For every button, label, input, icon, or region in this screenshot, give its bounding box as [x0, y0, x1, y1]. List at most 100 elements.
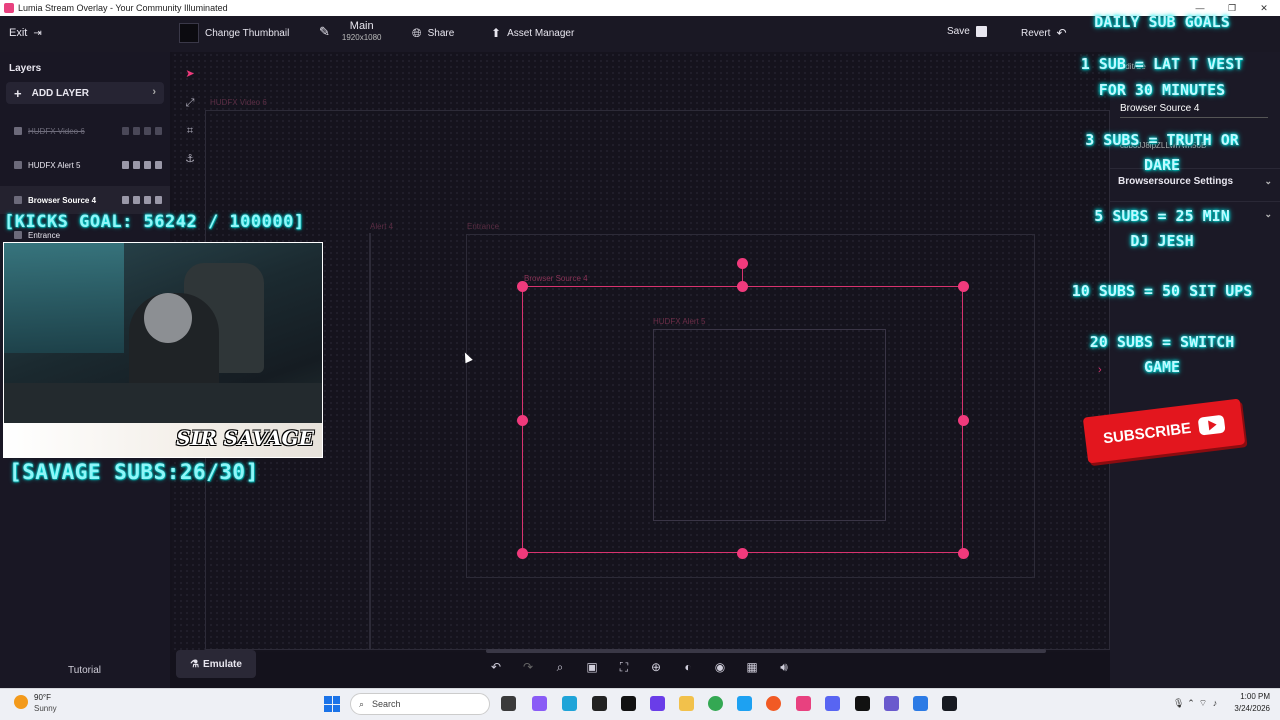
- camera-icon[interactable]: ◉: [708, 655, 732, 679]
- flask-icon: ⚗: [190, 658, 200, 670]
- canvas-label-entrance: Entrance: [467, 222, 500, 231]
- windows-start-icon[interactable]: [324, 696, 340, 712]
- wifi-icon[interactable]: ⌔: [1198, 698, 1208, 708]
- lock-icon[interactable]: [133, 161, 140, 169]
- layer-label: HUDFX Alert 5: [28, 160, 81, 170]
- floppy-icon: [975, 26, 987, 37]
- app-icon[interactable]: [592, 696, 607, 711]
- app-icon[interactable]: [650, 696, 665, 711]
- speaker-icon[interactable]: ♪: [1210, 698, 1220, 708]
- weather-description[interactable]: Sunny: [34, 704, 57, 713]
- add-layer-button[interactable]: + ADD LAYER ›: [6, 82, 164, 104]
- save-button[interactable]: Save: [947, 26, 987, 37]
- crop-tool-icon[interactable]: ⌗: [184, 125, 196, 137]
- resize-handle-n[interactable]: [737, 281, 748, 292]
- resize-handle-s[interactable]: [737, 548, 748, 559]
- clock-time[interactable]: 1:00 PM: [1230, 692, 1270, 701]
- layer-item[interactable]: HUDFX Video 6: [0, 117, 170, 145]
- webcam-shelf: [4, 243, 124, 353]
- file-explorer-icon[interactable]: [679, 696, 694, 711]
- save-label: Save: [947, 26, 970, 37]
- trash-icon[interactable]: [155, 127, 162, 135]
- redo-icon[interactable]: ↷: [516, 655, 540, 679]
- change-thumbnail-button[interactable]: Change Thumbnail: [179, 23, 289, 43]
- chevron-down-icon: ⌄: [1264, 176, 1272, 186]
- task-view-icon[interactable]: [501, 696, 516, 711]
- clock-date[interactable]: 3/24/2026: [1222, 704, 1270, 713]
- copy-icon[interactable]: [144, 196, 151, 204]
- rename-overlay-button[interactable]: ✎ Main 1920x1080: [319, 21, 382, 43]
- chevron-up-icon[interactable]: ⌃: [1186, 698, 1196, 708]
- steam-icon[interactable]: [942, 696, 957, 711]
- resize-handle-ne[interactable]: [958, 281, 969, 292]
- monitor-app-icon[interactable]: [562, 696, 577, 711]
- chrome-icon[interactable]: [708, 696, 723, 711]
- eye-icon[interactable]: [122, 196, 129, 204]
- trash-icon[interactable]: [155, 196, 162, 204]
- copy-icon[interactable]: [144, 127, 151, 135]
- fit-icon[interactable]: ▣: [580, 655, 604, 679]
- volume-icon[interactable]: 🔊︎: [772, 655, 796, 679]
- microphone-icon[interactable]: 🎙︎: [1173, 698, 1184, 708]
- overlay-resolution: 1920x1080: [341, 33, 382, 42]
- chevron-right-icon: ›: [152, 86, 156, 98]
- discord-icon[interactable]: [825, 696, 840, 711]
- goal-line: FOR 30 MINUTES: [1098, 81, 1226, 99]
- anchor-tool-icon[interactable]: ⚓︎: [184, 153, 196, 165]
- resize-handle-w[interactable]: [517, 415, 528, 426]
- emulate-button[interactable]: ⚗ Emulate: [176, 650, 256, 678]
- canvas-tools: ➤ ⤢ ⌗ ⚓︎: [176, 60, 204, 190]
- frame-icon[interactable]: ⛶: [612, 655, 636, 679]
- weather-temperature[interactable]: 90°F: [34, 693, 51, 702]
- canvas-label-hudfx-video: HUDFX Video 6: [210, 98, 267, 107]
- resize-handle-e[interactable]: [958, 415, 969, 426]
- selected-layer-box[interactable]: [522, 286, 963, 553]
- lock-icon[interactable]: [133, 196, 140, 204]
- capcut-icon[interactable]: [855, 696, 870, 711]
- eye-icon[interactable]: [122, 127, 129, 135]
- layer-name-field[interactable]: Browser Source 4: [1120, 103, 1268, 118]
- grid-icon[interactable]: ▦: [740, 655, 764, 679]
- lumia-stream-icon[interactable]: [796, 696, 811, 711]
- layer-item-selected[interactable]: Browser Source 4: [0, 186, 170, 214]
- goal-line: 20 SUBS = SWITCH: [1089, 333, 1235, 351]
- share-button[interactable]: 🌐︎ Share: [412, 26, 454, 41]
- horizontal-scrollbar[interactable]: [486, 649, 1046, 653]
- app-icon[interactable]: [913, 696, 928, 711]
- resize-tool-icon[interactable]: ⤢: [184, 97, 196, 109]
- pointer-tool-icon[interactable]: ➤: [184, 68, 196, 80]
- asset-manager-label: Asset Manager: [507, 27, 575, 39]
- lock-icon[interactable]: [133, 127, 140, 135]
- exit-button[interactable]: Exit ⇥: [9, 27, 42, 39]
- zoom-in-icon[interactable]: ⊕: [644, 655, 668, 679]
- resize-handle-nw[interactable]: [517, 281, 528, 292]
- tutorial-link[interactable]: Tutorial: [68, 665, 101, 676]
- copy-icon[interactable]: [144, 161, 151, 169]
- contrast-icon[interactable]: ◐: [676, 655, 700, 679]
- webcam-feed: SIR SAVAGE: [3, 242, 323, 458]
- zoom-out-icon[interactable]: ⌕: [548, 655, 572, 679]
- app-icon[interactable]: [766, 696, 781, 711]
- trash-icon[interactable]: [155, 161, 162, 169]
- resize-handle-sw[interactable]: [517, 548, 528, 559]
- eye-icon[interactable]: [122, 161, 129, 169]
- copilot-icon[interactable]: [532, 696, 547, 711]
- resize-handle-se[interactable]: [958, 548, 969, 559]
- canvas-bottom-toolbar: ↶ ↷ ⌕ ▣ ⛶ ⊕ ◐ ◉ ▦ 🔊︎: [484, 655, 796, 679]
- app-icon[interactable]: [737, 696, 752, 711]
- globe-icon: 🌐︎: [412, 26, 422, 40]
- overlay-name-label: Main: [349, 20, 374, 32]
- app-icon[interactable]: [621, 696, 636, 711]
- revert-button[interactable]: Revert ↶: [1021, 26, 1067, 40]
- app-icon[interactable]: [884, 696, 899, 711]
- chevron-down-icon: ⌄: [1264, 209, 1272, 219]
- goal-line: 10 SUBS = 50 SIT UPS: [1071, 282, 1253, 300]
- canvas-label-alert4: Alert 4: [370, 222, 394, 231]
- goal-line: 5 SUBS = 25 MIN: [1094, 207, 1230, 225]
- asset-manager-button[interactable]: ⬆ Asset Manager: [491, 26, 574, 40]
- undo-icon[interactable]: ↶: [484, 655, 508, 679]
- layer-item[interactable]: HUDFX Alert 5: [0, 151, 170, 179]
- taskbar-search[interactable]: ⌕ Search: [350, 693, 490, 715]
- rotate-handle[interactable]: [737, 258, 748, 269]
- weather-sun-icon[interactable]: [14, 695, 28, 709]
